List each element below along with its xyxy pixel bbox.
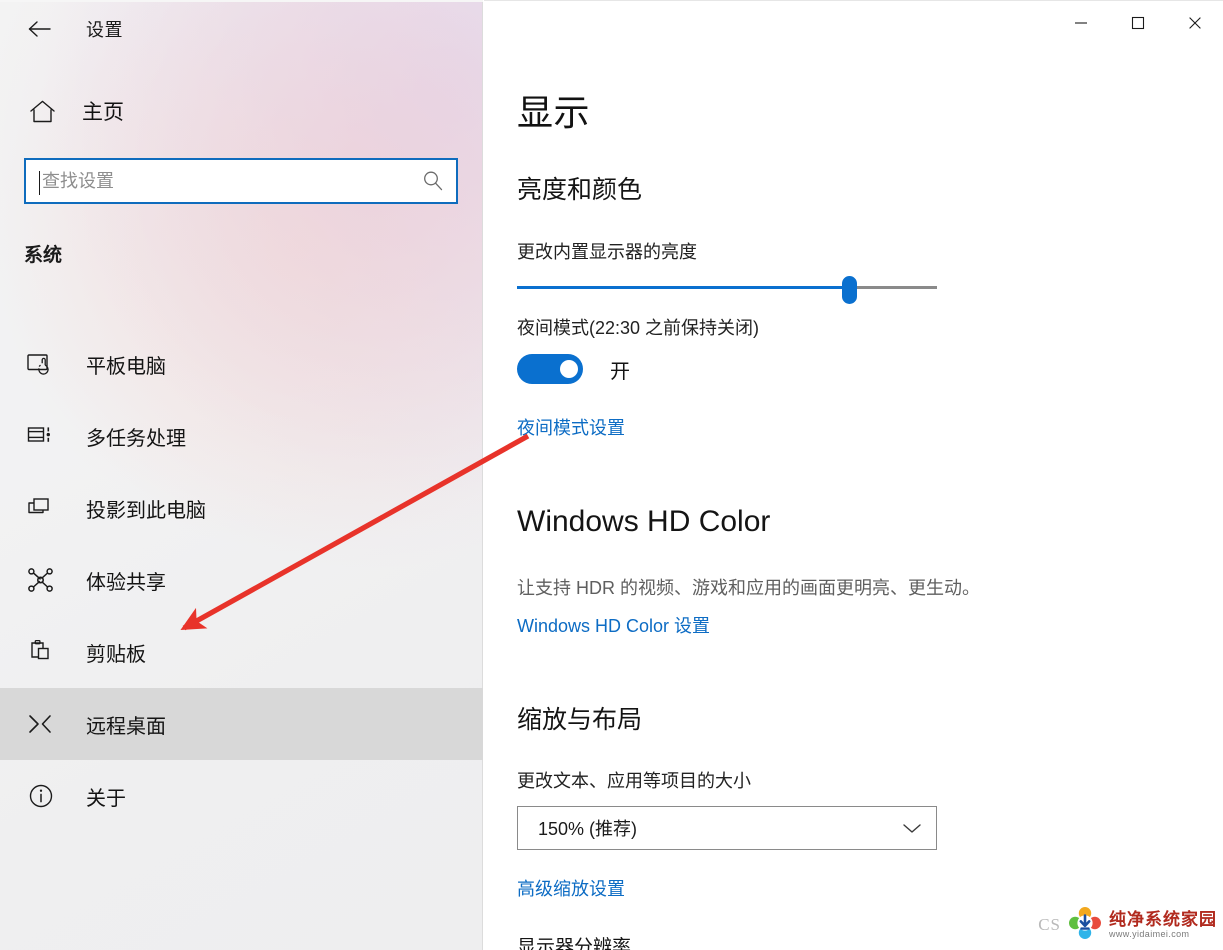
hd-color-description: 让支持 HDR 的视频、游戏和应用的画面更明亮、更生动。	[517, 578, 980, 598]
night-light-toggle[interactable]	[517, 354, 583, 384]
scale-label: 更改文本、应用等项目的大小	[517, 771, 751, 791]
remote-desktop-icon	[18, 711, 64, 737]
app-title: 设置	[86, 20, 123, 40]
sidebar-item-label: 关于	[86, 787, 126, 810]
brightness-slider[interactable]	[517, 276, 937, 304]
scale-dropdown-value: 150% (推荐)	[538, 819, 638, 839]
page-title: 显示	[517, 92, 591, 133]
sidebar-item-label: 体验共享	[86, 571, 166, 594]
slider-thumb[interactable]	[841, 276, 857, 304]
project-to-pc-icon	[18, 495, 64, 521]
multitasking-icon	[18, 423, 64, 449]
hd-color-settings-link[interactable]: Windows HD Color 设置	[517, 612, 710, 638]
sidebar-item-remote-desktop[interactable]: 远程桌面	[0, 688, 483, 760]
scale-section-heading: 缩放与布局	[517, 706, 643, 734]
night-light-settings-link[interactable]: 夜间模式设置	[517, 414, 625, 440]
titlebar: 设置	[0, 0, 483, 58]
search-caret	[39, 171, 40, 195]
watermark-name: 纯净系统家园	[1109, 910, 1217, 929]
toggle-knob	[560, 360, 578, 378]
sidebar-item-label: 平板电脑	[86, 355, 166, 378]
back-arrow-icon	[26, 19, 52, 39]
night-light-toggle-row: 开	[517, 354, 630, 384]
minimize-icon	[1074, 22, 1087, 24]
sidebar-item-label: 多任务处理	[86, 427, 186, 450]
search-icon[interactable]	[410, 168, 456, 194]
sidebar-item-tablet[interactable]: 平板电脑	[0, 328, 483, 400]
shared-experiences-icon	[18, 566, 64, 594]
home-label: 主页	[82, 101, 124, 124]
brightness-label: 更改内置显示器的亮度	[517, 242, 697, 262]
sidebar-item-clipboard[interactable]: 剪贴板	[0, 616, 483, 688]
settings-window: 设置 主页 系统	[0, 0, 1223, 950]
watermark-logo-icon	[1068, 906, 1102, 945]
hd-color-heading: Windows HD Color	[517, 505, 771, 538]
sidebar-item-project-to-pc[interactable]: 投影到此电脑	[0, 472, 483, 544]
close-icon	[1188, 17, 1201, 29]
search-input[interactable]	[26, 160, 410, 202]
brightness-section-heading: 亮度和颜色	[517, 176, 643, 204]
sidebar-nav-list: 平板电脑 多任务处理 投影到此电脑 体验共享 剪贴板 远程桌面 关于	[0, 328, 483, 832]
sidebar-item-label: 远程桌面	[86, 715, 166, 738]
watermark-url: www.yidaimei.com	[1109, 929, 1190, 939]
night-light-state: 开	[610, 360, 630, 383]
resolution-label: 显示器分辨率	[517, 937, 632, 950]
night-light-label: 夜间模式(22:30 之前保持关闭)	[517, 318, 760, 338]
maximize-button[interactable]	[1109, 1, 1166, 45]
sidebar-item-label: 剪贴板	[86, 643, 146, 666]
chevron-down-icon	[888, 821, 936, 835]
window-controls	[1052, 1, 1223, 45]
advanced-scaling-link[interactable]: 高级缩放设置	[517, 875, 625, 901]
scale-dropdown[interactable]: 150% (推荐)	[517, 806, 937, 850]
clipboard-icon	[18, 638, 64, 666]
watermark-prefix: CS	[1038, 915, 1061, 934]
sidebar: 设置 主页 系统	[0, 0, 483, 950]
watermark: CS 纯净系统家园 www.yidaimei.com	[1038, 904, 1217, 946]
sidebar-item-label: 投影到此电脑	[86, 499, 206, 522]
sidebar-item-about[interactable]: 关于	[0, 760, 483, 832]
sidebar-item-home[interactable]: 主页	[0, 86, 483, 136]
back-button[interactable]	[16, 11, 62, 47]
search-box[interactable]	[24, 158, 458, 204]
home-icon	[22, 99, 62, 124]
watermark-text: 纯净系统家园 www.yidaimei.com	[1109, 911, 1217, 939]
sidebar-group-title: 系统	[24, 245, 63, 266]
minimize-button[interactable]	[1052, 1, 1109, 45]
slider-fill	[517, 286, 849, 289]
info-icon	[18, 782, 64, 810]
tablet-icon	[18, 351, 64, 377]
search-container	[24, 158, 458, 204]
maximize-icon	[1131, 16, 1144, 30]
sidebar-item-shared-experiences[interactable]: 体验共享	[0, 544, 483, 616]
close-button[interactable]	[1166, 1, 1223, 45]
sidebar-item-multitasking[interactable]: 多任务处理	[0, 400, 483, 472]
